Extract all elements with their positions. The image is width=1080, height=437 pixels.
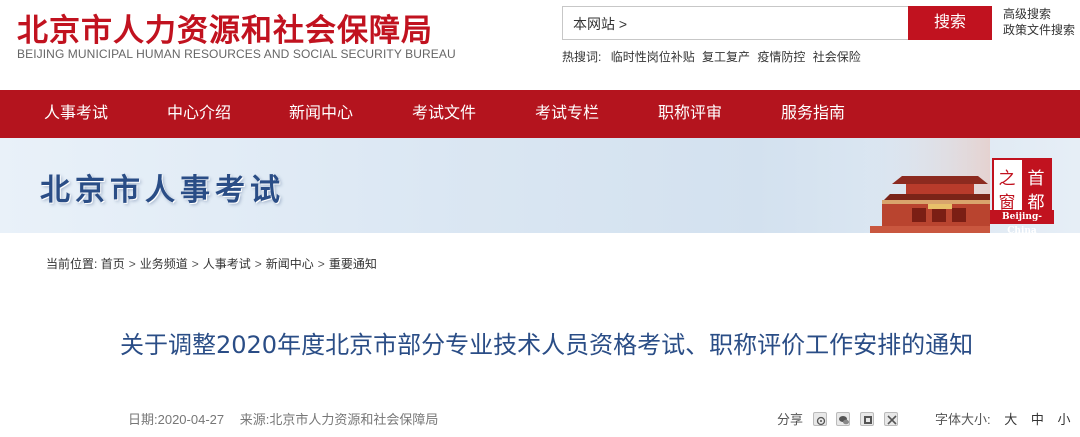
hot-word-link[interactable]: 复工复产 [702,50,750,64]
tiananmen-gate-image [860,138,990,233]
banner-title: 北京市人事考试 [40,173,285,208]
share-bar: 分享 [777,409,898,428]
seal-caption: Beijing-China [990,210,1054,233]
article-meta: 日期:2020-04-27 来源:北京市人力资源和社会保障局 [128,409,450,428]
hot-word-link[interactable]: 社会保险 [813,50,861,64]
advanced-search-link[interactable]: 高级搜索 [1003,6,1075,22]
search-links: 高级搜索 政策文件搜索 [1003,6,1075,38]
breadcrumb-exams[interactable]: 人事考试 [203,257,251,271]
hot-word-link[interactable]: 疫情防控 [757,50,805,64]
breadcrumb-label: 当前位置: [46,257,98,271]
font-size-medium-button[interactable]: 中 [1031,412,1044,427]
font-size-label: 字体大小: [935,412,991,427]
article-source: 来源:北京市人力资源和社会保障局 [239,412,439,427]
search-scope-input[interactable]: 本网站 > [562,6,908,40]
font-size-small-button[interactable]: 小 [1058,412,1071,427]
share-more-icon[interactable] [883,412,898,426]
breadcrumb-separator: > [317,257,325,271]
font-size-switcher: 字体大小: 大 中 小 [935,409,1071,428]
share-label: 分享 [777,412,804,427]
seal-char: 之 [999,169,1016,189]
hot-search-words: 热搜词: 临时性岗位补贴 复工复产 疫情防控 社会保险 [562,48,865,65]
breadcrumb: 当前位置: 首页 > 业务频道 > 人事考试 > 新闻中心 > 重要通知 [46,255,377,272]
font-size-large-button[interactable]: 大 [1004,412,1017,427]
site-logo-subtitle: BEIJING MUNICIPAL HUMAN RESOURCES AND SO… [17,47,456,61]
article-panel: 当前位置: 首页 > 业务频道 > 人事考试 > 新闻中心 > 重要通知 关于调整2020年度北… [17,233,1080,437]
search-button[interactable]: 搜索 [908,6,992,40]
nav-item-title-review[interactable]: 职称评审 [658,90,722,138]
breadcrumb-home[interactable]: 首页 [101,257,125,271]
breadcrumb-news-center[interactable]: 新闻中心 [266,257,314,271]
site-logo-title[interactable]: 北京市人力资源和社会保障局 [17,5,433,50]
share-qzone-icon[interactable] [859,412,874,426]
nav-item-exam-documents[interactable]: 考试文件 [412,90,476,138]
article-title: 关于调整2020年度北京市部分专业技术人员资格考试、职称评价工作安排的通知 [120,331,974,359]
capital-window-seal: 之 首 窗 都 [992,158,1052,218]
policy-search-link[interactable]: 政策文件搜索 [1003,22,1075,38]
breadcrumb-business-channel[interactable]: 业务频道 [140,257,188,271]
hot-word-link[interactable]: 临时性岗位补贴 [611,50,695,64]
hot-search-label: 热搜词: [562,50,602,64]
banner: 北京市人事考试 之 首 窗 都 Beijing-China [0,138,1080,233]
nav-item-center-intro[interactable]: 中心介绍 [167,90,231,138]
nav-item-news-center[interactable]: 新闻中心 [289,90,353,138]
site-header: 北京市人力资源和社会保障局 BEIJING MUNICIPAL HUMAN RE… [0,0,1080,90]
share-wechat-icon[interactable] [836,412,851,426]
breadcrumb-separator: > [254,257,262,271]
share-weibo-icon[interactable] [812,412,827,426]
breadcrumb-separator: > [128,257,136,271]
nav-item-exam-column[interactable]: 考试专栏 [535,90,599,138]
breadcrumb-separator: > [191,257,199,271]
main-nav: 人事考试 中心介绍 新闻中心 考试文件 考试专栏 职称评审 服务指南 [0,90,1080,138]
nav-item-service-guide[interactable]: 服务指南 [781,90,845,138]
nav-item-exams[interactable]: 人事考试 [44,90,108,138]
article-date: 日期:2020-04-27 [128,412,225,427]
seal-char: 首 [1028,169,1045,189]
breadcrumb-important-notice[interactable]: 重要通知 [329,257,377,271]
